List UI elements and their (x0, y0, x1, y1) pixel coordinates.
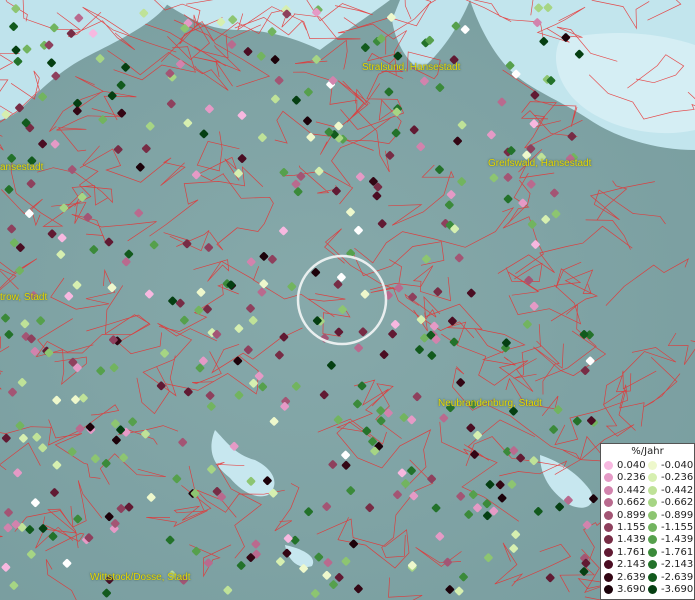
place-label: trow, Stadt (0, 292, 48, 303)
legend-swatch (648, 523, 657, 532)
legend-value: 1.761 (617, 546, 646, 558)
legend-swatch (648, 473, 657, 483)
place-label: Wittstock/Dosse, Stadt (90, 572, 191, 583)
legend-swatch (648, 572, 657, 582)
legend-value: -2.143 (661, 559, 694, 571)
legend-value: -1.155 (661, 522, 694, 533)
legend-swatch (604, 510, 613, 520)
legend-value: -2.639 (661, 571, 694, 583)
map-view[interactable]: Stralsund, Hansestadt Greifswald, Hanses… (0, 0, 695, 600)
legend-swatch (648, 461, 657, 470)
legend-swatch (648, 535, 657, 545)
legend-swatch (604, 547, 613, 557)
legend-value: -3.690 (661, 584, 694, 595)
legend-swatch (648, 510, 657, 520)
legend-value: 0.899 (617, 509, 646, 521)
legend-swatch (604, 473, 613, 483)
legend-swatch (604, 585, 613, 594)
legend-value: -1.761 (661, 546, 694, 558)
place-label: Greifswald, Hansestadt (488, 158, 592, 169)
legend-value: 0.442 (617, 484, 646, 496)
legend-value: -0.040 (661, 460, 694, 471)
legend-swatch (604, 560, 613, 570)
legend-value: 0.236 (617, 472, 646, 484)
legend-value: 0.040 (617, 460, 646, 471)
legend-value: -0.662 (661, 497, 694, 509)
legend-swatch (648, 485, 657, 495)
legend-swatch (648, 547, 657, 557)
legend-swatch (648, 560, 657, 570)
legend-value: -0.899 (661, 509, 694, 521)
place-label: Neubrandenburg, Stadt (438, 398, 542, 409)
legend-swatch (648, 585, 657, 594)
place-label: Stralsund, Hansestadt (362, 62, 461, 73)
map-canvas[interactable] (0, 0, 695, 600)
legend-value: -0.236 (661, 472, 694, 484)
legend-swatch (604, 461, 613, 470)
legend-swatch (604, 535, 613, 545)
legend-value: 2.639 (617, 571, 646, 583)
legend-title: %/Jahr (631, 446, 664, 457)
legend-swatch (604, 485, 613, 495)
legend-value: -1.439 (661, 534, 694, 546)
legend-value: 2.143 (617, 559, 646, 571)
legend: %/Jahr 0.040 -0.040 0.236 -0.236 0.442 -0.442… (600, 443, 695, 600)
legend-swatch (604, 498, 613, 508)
legend-swatch (648, 498, 657, 508)
legend-value: 0.662 (617, 497, 646, 509)
legend-value: 3.690 (617, 584, 646, 595)
legend-swatch (604, 523, 613, 532)
legend-value: 1.155 (617, 522, 646, 533)
legend-value: 1.439 (617, 534, 646, 546)
place-label: ansestadt (0, 162, 44, 173)
legend-swatch (604, 572, 613, 582)
legend-value: -0.442 (661, 484, 694, 496)
